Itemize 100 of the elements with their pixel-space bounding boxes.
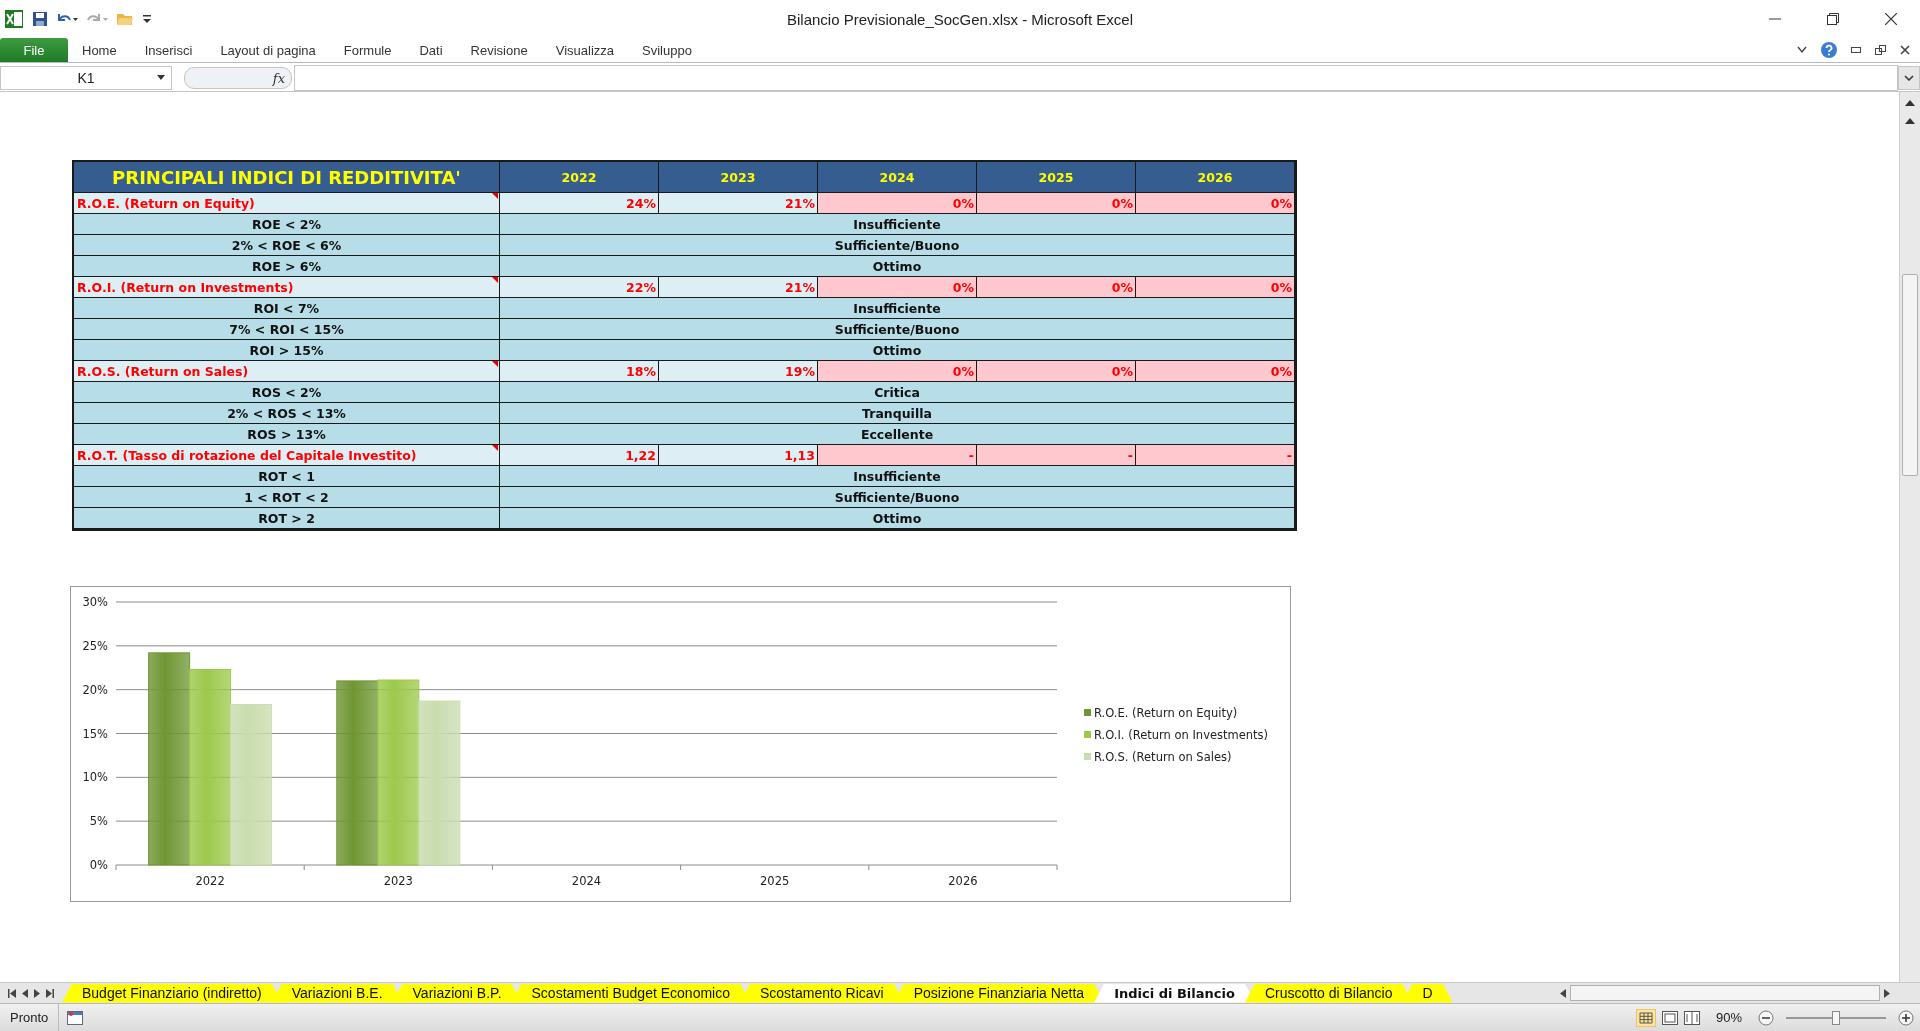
value-cell: 0% xyxy=(1136,361,1295,382)
rating-cell: Critica xyxy=(500,382,1295,403)
scroll-left-icon[interactable] xyxy=(1560,988,1566,998)
value-cell: 0% xyxy=(977,361,1136,382)
excel-logo-icon[interactable] xyxy=(4,9,24,29)
legend-label: R.O.I. (Return on Investments) xyxy=(1094,728,1269,742)
scroll-thumb[interactable] xyxy=(1902,274,1918,476)
page-break-icon[interactable] xyxy=(1683,1010,1700,1025)
column-header: 2026 xyxy=(1136,162,1295,193)
index-label: R.O.E. (Return on Equity) xyxy=(76,196,255,211)
restore-icon[interactable] xyxy=(1827,13,1839,25)
ribbon-tab[interactable]: Dati xyxy=(405,40,457,62)
axis-label: 5% xyxy=(89,814,108,829)
formula-input-field[interactable] xyxy=(294,65,1898,91)
ribbon-tab[interactable]: Formule xyxy=(329,40,406,62)
column-header: 2023 xyxy=(659,162,818,193)
last-sheet-icon[interactable] xyxy=(46,988,54,998)
chevron-down-icon[interactable] xyxy=(1904,75,1914,81)
ribbon-tab[interactable]: Home xyxy=(68,40,131,62)
ribbon-tab[interactable]: Revisione xyxy=(456,40,542,62)
insert-function-button[interactable]: fx xyxy=(184,67,292,89)
workbook-close-icon[interactable] xyxy=(1900,45,1910,55)
legend-swatch xyxy=(1084,709,1091,716)
condition-cell: ROS > 13% xyxy=(74,424,500,445)
macro-record-icon[interactable] xyxy=(67,1010,84,1025)
rating-cell: Sufficiente/Buono xyxy=(500,487,1295,508)
zoom-slider-thumb[interactable] xyxy=(1832,1010,1840,1025)
ribbon-tab[interactable]: Layout di pagina xyxy=(206,40,330,62)
value-cell: 0% xyxy=(977,277,1136,298)
axis-label: 25% xyxy=(82,638,108,653)
rating-cell: Eccellente xyxy=(500,424,1295,445)
value-cell: - xyxy=(977,445,1136,466)
status-text: Pronto xyxy=(0,1004,60,1031)
zoom-out-icon[interactable] xyxy=(1758,1009,1774,1026)
condition-cell: 7% < ROI < 15% xyxy=(74,319,500,340)
name-box[interactable]: K1 xyxy=(0,66,172,90)
condition-cell: ROE < 2% xyxy=(74,214,500,235)
file-tab[interactable]: File xyxy=(0,38,68,62)
rating-cell: Ottimo xyxy=(500,256,1295,277)
condition-cell: 1 < ROT < 2 xyxy=(74,487,500,508)
index-label: R.O.T. (Tasso di rotazione del Capitale Investito) xyxy=(76,448,417,463)
scroll-up-icon[interactable] xyxy=(1905,118,1915,124)
page-layout-icon[interactable] xyxy=(1661,1010,1678,1025)
legend-swatch xyxy=(1084,753,1091,760)
close-icon[interactable] xyxy=(1885,13,1897,25)
value-cell: 0% xyxy=(1136,277,1295,298)
rating-cell: Insufficiente xyxy=(500,466,1295,487)
axis-label: 2026 xyxy=(948,874,978,888)
minimize-ribbon-icon[interactable] xyxy=(1797,46,1807,54)
value-cell: 18% xyxy=(500,361,659,382)
legend-swatch xyxy=(1084,731,1091,738)
split-handle-icon[interactable] xyxy=(1905,100,1915,106)
condition-cell: ROS < 2% xyxy=(74,382,500,403)
axis-label: 2023 xyxy=(383,874,413,888)
axis-label: 2024 xyxy=(571,874,602,888)
value-cell: 1,22 xyxy=(500,445,659,466)
condition-cell: ROI > 15% xyxy=(74,340,500,361)
vertical-scrollbar[interactable] xyxy=(1899,92,1920,982)
ribbon-tab[interactable]: Sviluppo xyxy=(628,40,706,62)
condition-cell: ROI < 7% xyxy=(74,298,500,319)
rating-cell: Sufficiente/Buono xyxy=(500,235,1295,256)
column-header: 2022 xyxy=(500,162,659,193)
help-icon[interactable] xyxy=(1821,42,1837,58)
rating-cell: Sufficiente/Buono xyxy=(500,319,1295,340)
value-cell: 21% xyxy=(659,193,818,214)
axis-label: 10% xyxy=(82,770,108,785)
value-cell: 0% xyxy=(977,193,1136,214)
rating-cell: Insufficiente xyxy=(500,298,1295,319)
normal-view-icon[interactable] xyxy=(1635,1008,1656,1027)
column-header: 2025 xyxy=(977,162,1136,193)
condition-cell: ROT < 1 xyxy=(74,466,500,487)
customize-caret-icon[interactable] xyxy=(142,12,152,26)
workbook-restore-icon[interactable] xyxy=(1875,45,1886,55)
first-sheet-icon[interactable] xyxy=(8,988,16,998)
value-cell: 0% xyxy=(818,277,977,298)
window-title: Bilancio Previsionale_SocGen.xlsx - Microsoft Excel xyxy=(787,10,1133,28)
index-label: R.O.S. (Return on Sales) xyxy=(76,364,249,379)
save-icon[interactable] xyxy=(32,11,48,27)
value-cell: 21% xyxy=(659,277,818,298)
axis-label: 30% xyxy=(82,595,108,609)
workbook-minimize-icon[interactable] xyxy=(1851,47,1861,53)
value-cell: 19% xyxy=(659,361,818,382)
ribbon-tab[interactable]: Visualizza xyxy=(541,40,628,62)
ribbon-tab[interactable]: Inserisci xyxy=(130,40,207,62)
sheet-tab[interactable]: D xyxy=(1402,983,1453,1003)
table-title: PRINCIPALI INDICI DI REDDITIVITA' xyxy=(74,162,500,193)
condition-cell: ROE > 6% xyxy=(74,256,500,277)
zoom-in-icon[interactable] xyxy=(1898,1009,1914,1026)
axis-label: 2025 xyxy=(760,874,790,888)
value-cell: - xyxy=(818,445,977,466)
column-header: 2024 xyxy=(818,162,977,193)
value-cell: - xyxy=(1136,445,1295,466)
previous-sheet-icon[interactable] xyxy=(22,988,28,998)
value-cell: 1,13 xyxy=(659,445,818,466)
condition-cell: 2% < ROS < 13% xyxy=(74,403,500,424)
value-cell: 22% xyxy=(500,277,659,298)
scroll-right-icon[interactable] xyxy=(1884,988,1890,998)
next-sheet-icon[interactable] xyxy=(34,988,40,998)
rating-cell: Ottimo xyxy=(500,340,1295,361)
zoom-level[interactable]: 90% xyxy=(1705,1010,1752,1025)
